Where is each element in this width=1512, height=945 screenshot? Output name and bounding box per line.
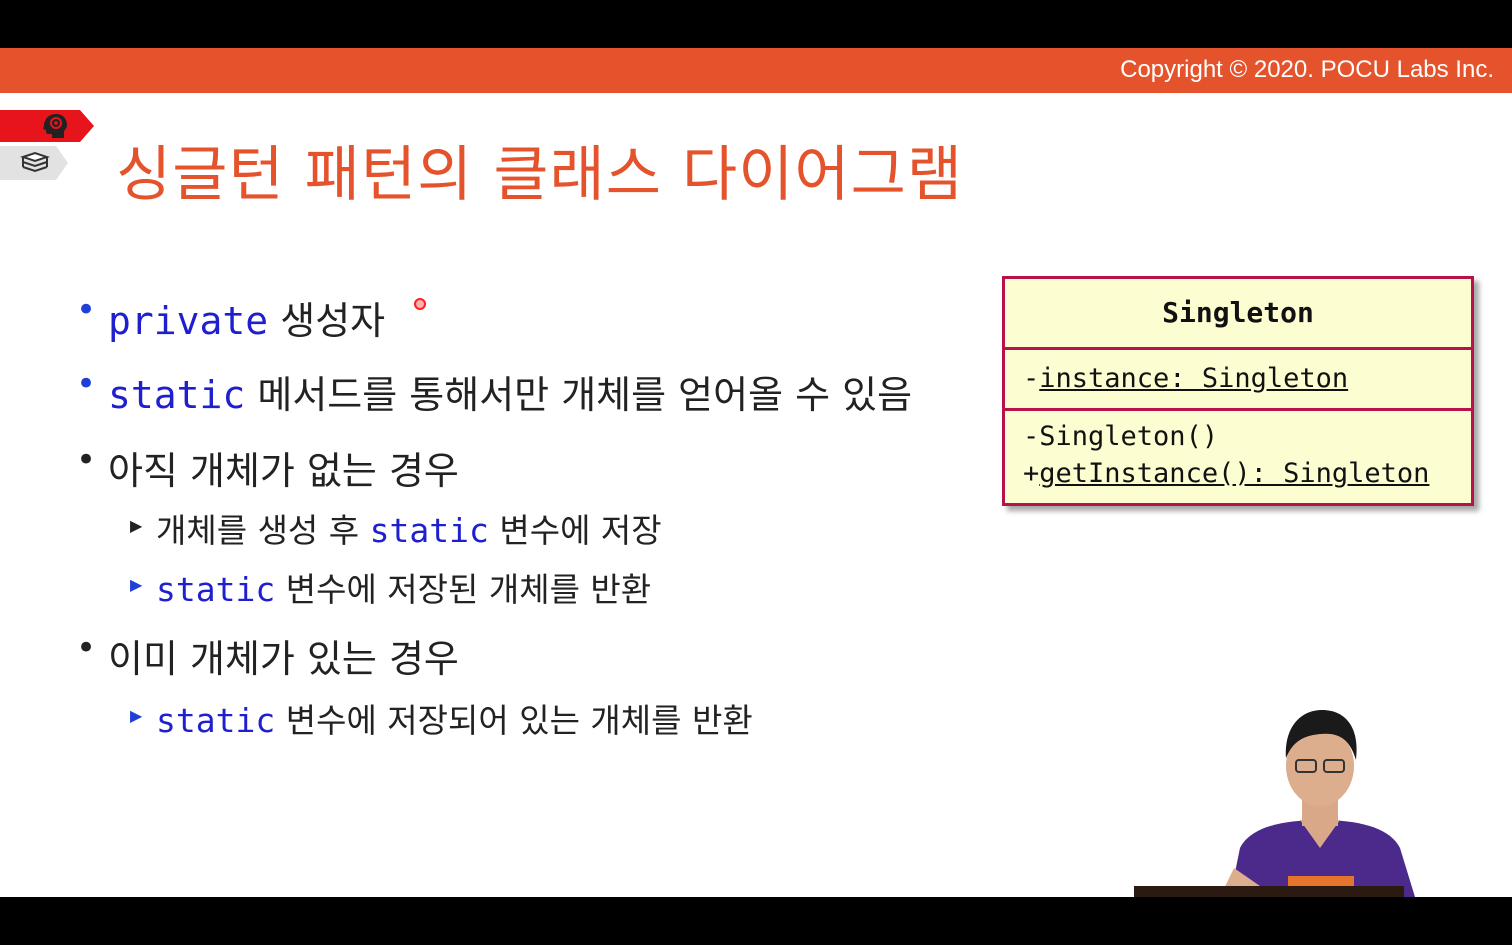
- slide: Copyright © 2020. POCU Labs Inc. 싱글턴 패턴의…: [0, 48, 1512, 897]
- uml-attribute: -instance: Singleton: [1023, 363, 1348, 394]
- uml-attribute-text: instance: Singleton: [1039, 363, 1349, 394]
- sub-bullet-text: 개체를 생성 후: [156, 511, 360, 550]
- laser-pointer: [414, 298, 426, 310]
- brain-icon: [43, 114, 67, 138]
- header-banner: Copyright © 2020. POCU Labs Inc.: [0, 48, 1512, 93]
- bullet-no-instance: 아직 개체가 없는 경우: [108, 449, 459, 493]
- bullet-private-constructor: private 생성자: [108, 290, 385, 345]
- keyword-static: static: [156, 701, 276, 740]
- video-letterbox-bottom: [0, 897, 1512, 945]
- sub-bullet-marker: ▶: [130, 516, 143, 535]
- sub-bullet-marker: ▶: [130, 575, 143, 594]
- sub-bullet-return-existing: static 변수에 저장되어 있는 개체를 반환: [156, 694, 753, 742]
- sub-bullet-text: 변수에 저장: [499, 511, 662, 550]
- uml-visibility: +: [1023, 458, 1040, 489]
- keyword-static: static: [156, 570, 276, 609]
- bullet-text: 생성자: [280, 299, 386, 343]
- sub-bullet-marker: ▶: [130, 706, 143, 725]
- bullet-dot: •: [76, 290, 97, 330]
- bullet-dot: •: [76, 440, 97, 480]
- bullet-dot: •: [76, 628, 97, 668]
- copyright-text: Copyright © 2020. POCU Labs Inc.: [1120, 56, 1494, 83]
- bullet-static-method: static 메서드를 통해서만 개체를 얻어올 수 있음: [108, 364, 912, 419]
- keyword-private: private: [108, 299, 269, 343]
- sub-bullet-text: 변수에 저장되어 있는 개체를 반환: [285, 701, 753, 740]
- uml-visibility: -: [1023, 421, 1040, 452]
- keyword-static: static: [369, 511, 489, 550]
- presenter-video: [1220, 710, 1415, 897]
- uml-class-name: Singleton: [1005, 279, 1471, 350]
- sub-bullet-create-store: 개체를 생성 후 static 변수에 저장: [156, 504, 662, 552]
- uml-method: +getInstance(): Singleton: [1023, 458, 1429, 489]
- slide-title: 싱글턴 패턴의 클래스 다이어그램: [116, 140, 964, 210]
- uml-visibility: -: [1023, 363, 1040, 394]
- bullet-instance-exists: 이미 개체가 있는 경우: [108, 637, 459, 681]
- uml-attributes: -instance: Singleton: [1005, 350, 1471, 411]
- sub-bullet-text: 변수에 저장된 개체를 반환: [285, 570, 652, 609]
- video-letterbox-top: [0, 0, 1512, 48]
- sub-bullet-return-stored: static 변수에 저장된 개체를 반환: [156, 563, 651, 611]
- uml-class-box: Singleton -instance: Singleton -Singleto…: [1002, 276, 1474, 506]
- uml-method-text: Singleton(): [1039, 421, 1219, 452]
- presenter-desk: [1134, 886, 1404, 897]
- uml-method: -Singleton(): [1023, 421, 1218, 452]
- books-icon: [20, 151, 50, 173]
- bullet-dot: •: [76, 364, 97, 404]
- bullet-text: 메서드를 통해서만 개체를 얻어올 수 있음: [257, 373, 913, 417]
- keyword-static: static: [108, 373, 246, 417]
- uml-method-text: getInstance(): Singleton: [1039, 458, 1430, 489]
